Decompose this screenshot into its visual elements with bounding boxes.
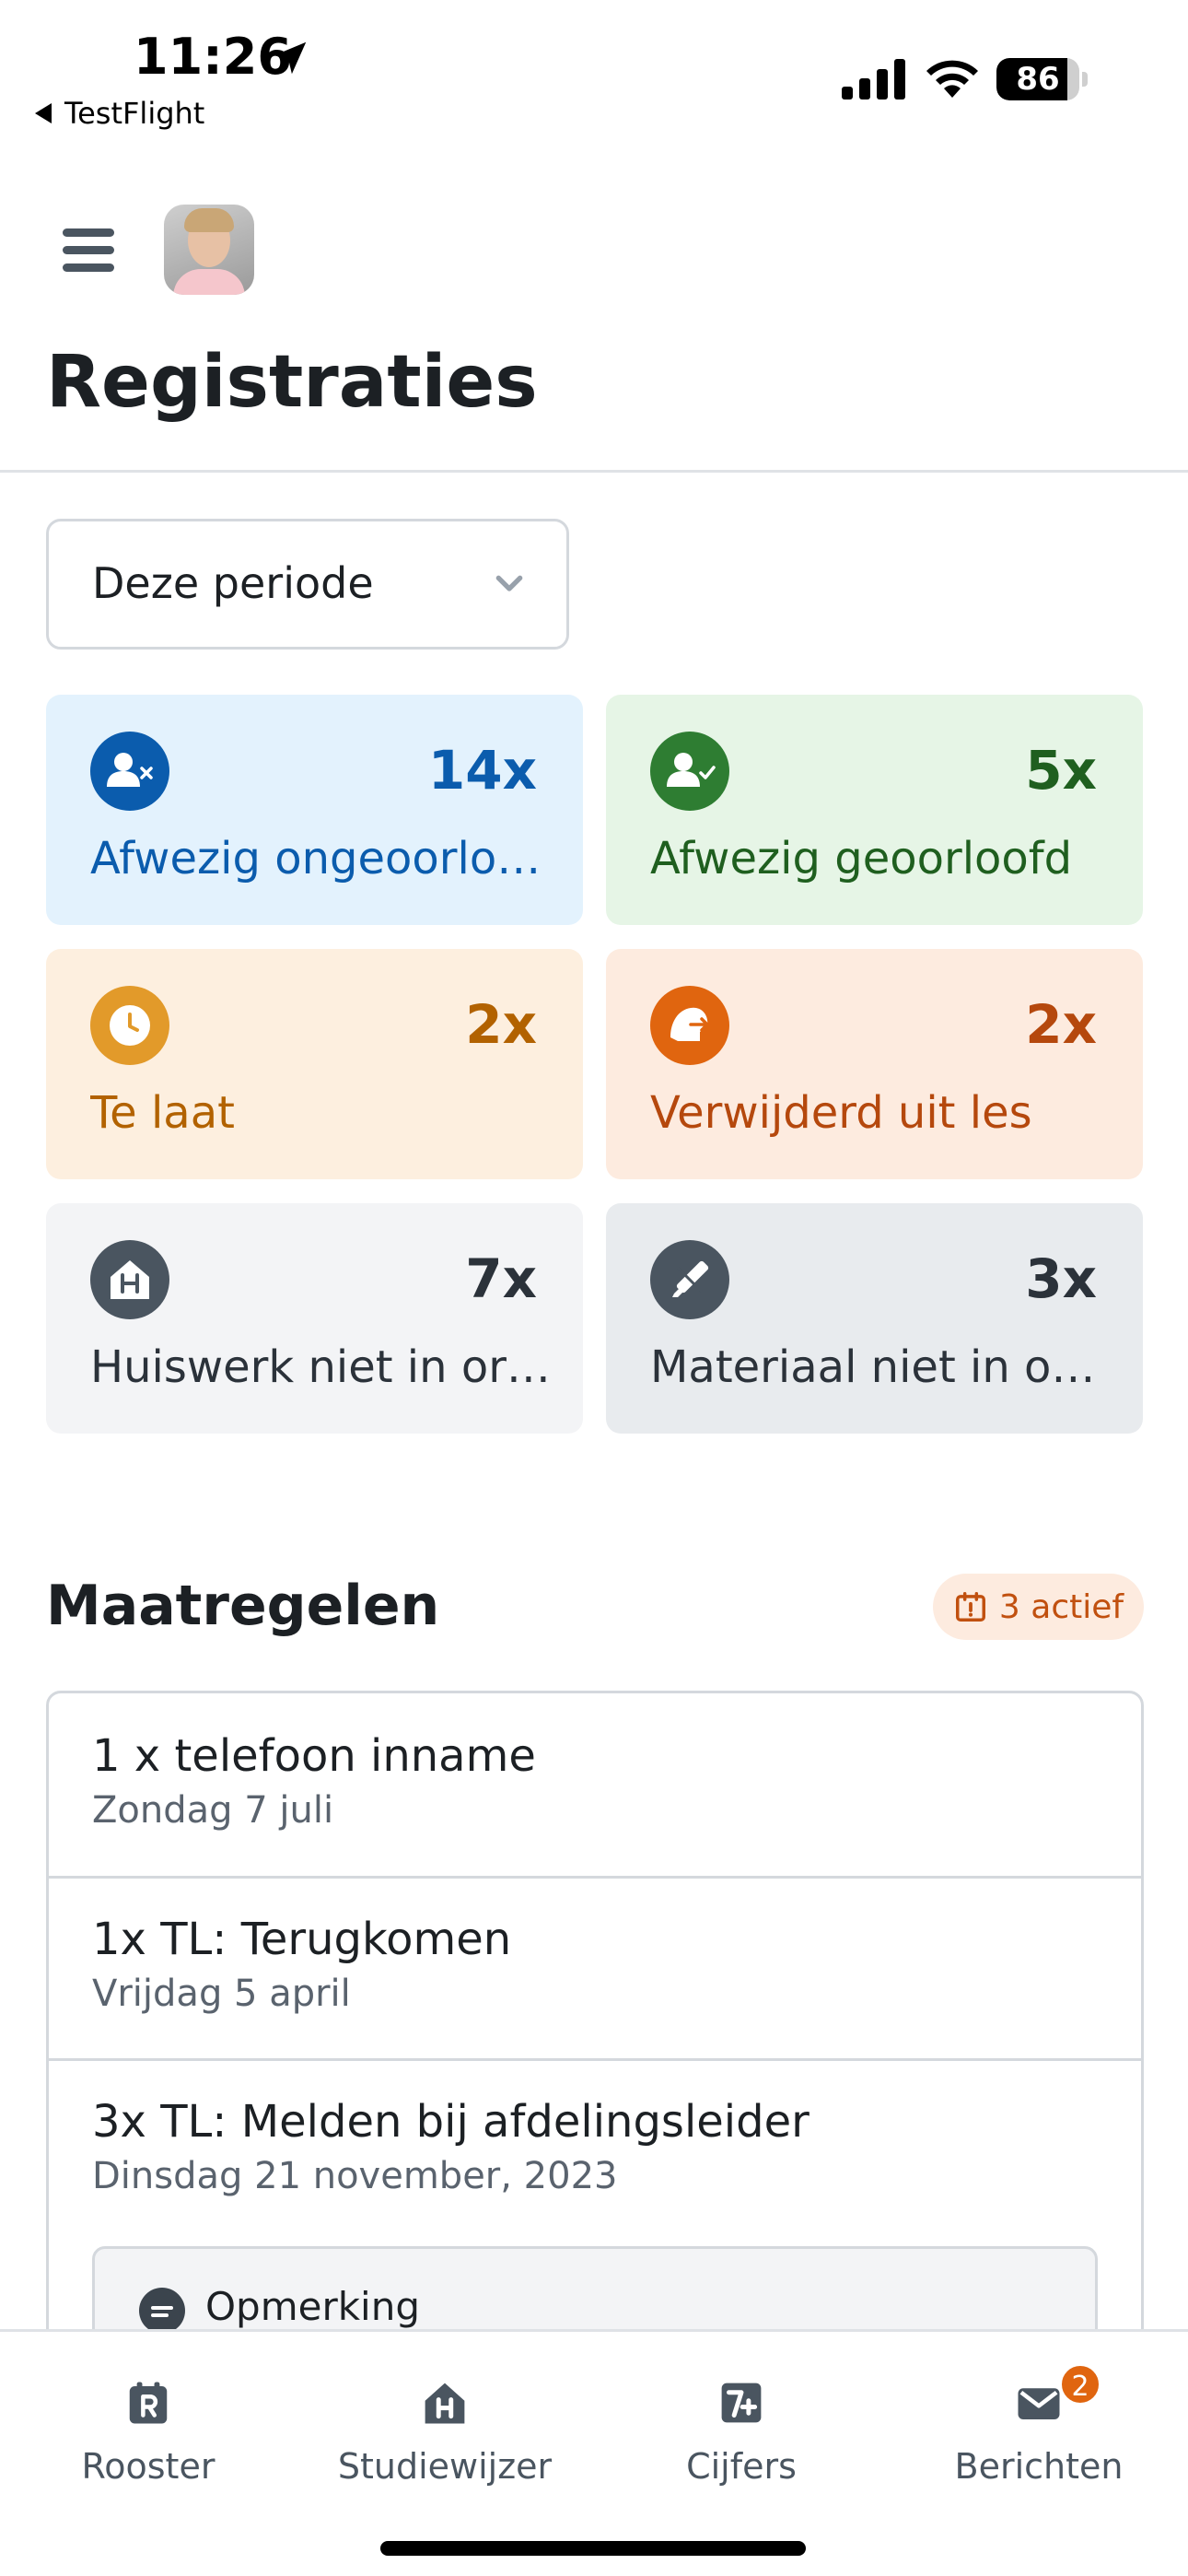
tab-studiewijzer[interactable]: Studiewijzer (316, 2352, 574, 2490)
tab-rooster[interactable]: Rooster (19, 2352, 277, 2490)
stat-label: Verwijderd uit les (650, 1087, 1032, 1139)
list-item[interactable]: 1 x telefoon inname Zondag 7 juli (49, 1693, 1141, 1876)
hamburger-menu-icon[interactable] (55, 221, 122, 278)
stat-card-removed-from-class[interactable]: 2x Verwijderd uit les (606, 949, 1143, 1179)
stat-count: 14x (427, 739, 537, 802)
unread-badge: 2 (1059, 2363, 1101, 2406)
stat-count: 2x (465, 993, 537, 1056)
measure-title: 3x TL: Melden bij afdelingsleider (92, 2096, 809, 2148)
stat-card-absent-authorized[interactable]: 5x Afwezig geoorloofd (606, 695, 1143, 925)
tab-label: Berichten (954, 2446, 1124, 2487)
stat-count: 7x (465, 1247, 537, 1310)
avatar[interactable] (164, 205, 254, 295)
bottom-tab-bar: Rooster Studiewijzer Cijfers 2 Berichten (0, 2329, 1188, 2576)
battery-indicator: 86 (996, 58, 1088, 100)
battery-percentage: 86 (1016, 61, 1060, 98)
measure-title: 1 x telefoon inname (92, 1730, 536, 1782)
user-x-icon (90, 732, 169, 811)
calendar-r-icon (129, 2382, 168, 2424)
stat-label: Huiswerk niet in or… (90, 1341, 551, 1393)
clock-icon (90, 986, 169, 1065)
homework-icon (90, 1240, 169, 1319)
page-title: Registraties (46, 341, 538, 424)
calendar-alert-icon (955, 1592, 985, 1622)
chevron-down-icon (495, 575, 523, 591)
stat-label: Afwezig ongeoorlo… (90, 833, 542, 884)
home-indicator[interactable] (380, 2541, 806, 2556)
stat-count: 5x (1025, 739, 1097, 802)
stat-label: Materiaal niet in or… (650, 1341, 1111, 1393)
stat-card-material[interactable]: 3x Materiaal niet in or… (606, 1203, 1143, 1434)
cellular-signal-icon (842, 59, 905, 100)
active-count-badge: 3 actief (933, 1574, 1144, 1640)
removed-icon (650, 986, 729, 1065)
grade-icon (721, 2383, 762, 2423)
stat-card-homework[interactable]: 7x Huiswerk niet in or… (46, 1203, 583, 1434)
tab-berichten[interactable]: 2 Berichten (910, 2352, 1168, 2490)
tab-label: Rooster (81, 2446, 215, 2487)
stat-card-late[interactable]: 2x Te laat (46, 949, 583, 1179)
back-app-label: TestFlight (64, 96, 205, 131)
house-h-icon (425, 2383, 465, 2424)
tab-cijfers[interactable]: Cijfers (612, 2352, 870, 2490)
status-bar: 11:26 TestFlight 86 (0, 0, 1188, 138)
measure-date: Vrijdag 5 april (92, 1973, 351, 2015)
stat-label: Te laat (90, 1087, 235, 1139)
tab-label: Studiewijzer (337, 2446, 553, 2487)
user-check-icon (650, 732, 729, 811)
header-divider (0, 470, 1188, 473)
back-to-testflight-link[interactable]: TestFlight (35, 96, 204, 131)
stat-card-absent-unauthorized[interactable]: 14x Afwezig ongeoorlo… (46, 695, 583, 925)
period-dropdown[interactable]: Deze periode (46, 519, 569, 650)
stat-count: 2x (1025, 993, 1097, 1056)
section-title-measures: Maatregelen (46, 1574, 440, 1638)
measure-date: Zondag 7 juli (92, 1789, 334, 1832)
location-arrow-icon (274, 41, 307, 75)
remark-label: Opmerking (205, 2284, 421, 2329)
material-icon (650, 1240, 729, 1319)
envelope-icon (1018, 2388, 1060, 2419)
list-item[interactable]: 1x TL: Terugkomen Vrijdag 5 april (49, 1879, 1141, 2059)
comment-icon (139, 2288, 185, 2334)
tab-label: Cijfers (686, 2446, 797, 2487)
measure-title: 1x TL: Terugkomen (92, 1914, 512, 1965)
active-badge-label: 3 actief (998, 1587, 1124, 1626)
wifi-icon (926, 60, 978, 98)
stat-count: 3x (1025, 1247, 1097, 1310)
period-dropdown-value: Deze periode (92, 558, 374, 608)
back-triangle-icon (35, 103, 52, 123)
stat-label: Afwezig geoorloofd (650, 833, 1073, 884)
measure-date: Dinsdag 21 november, 2023 (92, 2155, 618, 2197)
